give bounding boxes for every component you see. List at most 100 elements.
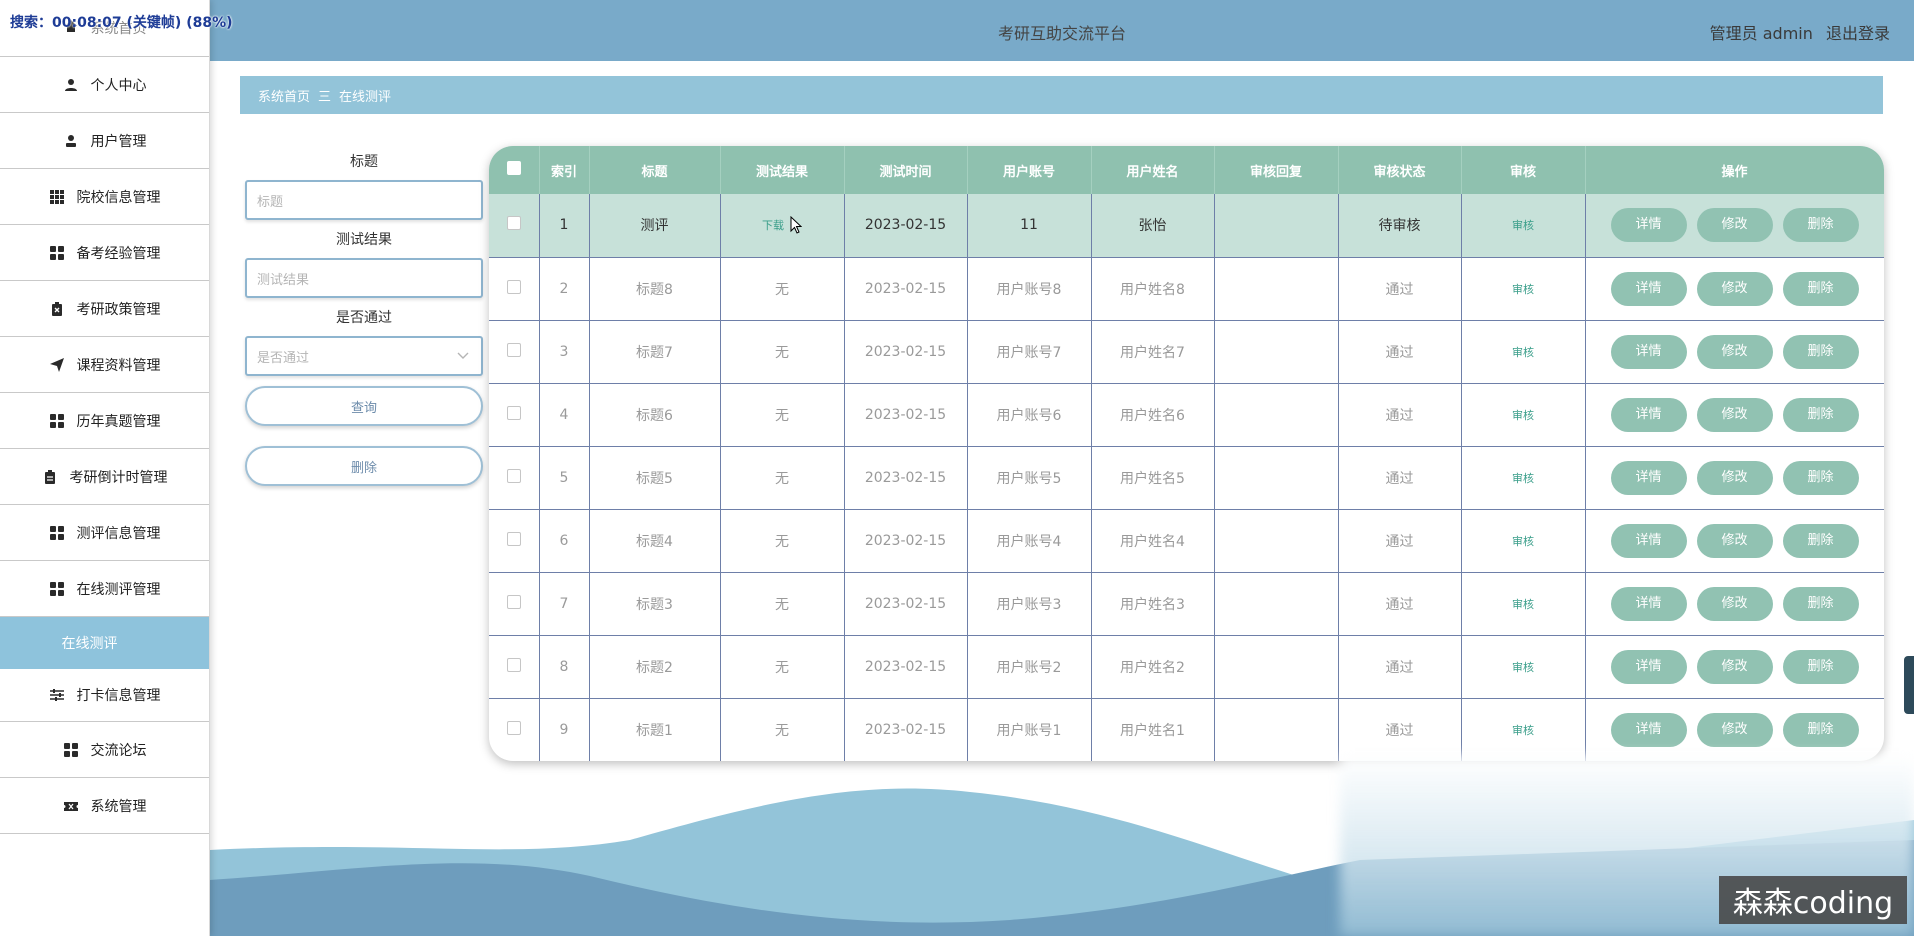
- cell-account-text: 用户账号7: [996, 344, 1062, 361]
- edit-button[interactable]: 修改: [1696, 208, 1773, 243]
- audit-link[interactable]: 审核: [1512, 472, 1534, 485]
- audit-link[interactable]: 审核: [1512, 661, 1534, 674]
- column-header: 索引: [539, 146, 590, 194]
- detail-button[interactable]: 详情: [1610, 460, 1687, 495]
- breadcrumb-home[interactable]: 系统首页: [258, 86, 310, 105]
- delete-button[interactable]: 删除: [1782, 271, 1859, 306]
- cell-account-text: 用户账号5: [996, 470, 1062, 487]
- sidebar-item-eval-info[interactable]: 测评信息管理: [0, 505, 209, 561]
- table-row[interactable]: 3 标题7 无 2023-02-15 用户账号7 用户姓名7 通过 审核 详情 修改 删除: [489, 320, 1884, 384]
- row-checkbox[interactable]: [506, 342, 521, 357]
- sidebar-item-courses[interactable]: 课程资料管理: [0, 337, 209, 393]
- table-row[interactable]: 6 标题4 无 2023-02-15 用户账号4 用户姓名4 通过 审核 详情 修改 删除: [489, 509, 1884, 573]
- delete-button[interactable]: 删除: [1782, 208, 1859, 243]
- audit-link[interactable]: 审核: [1512, 724, 1534, 737]
- row-checkbox[interactable]: [506, 531, 521, 546]
- sidebar-item-label: 课程资料管理: [76, 357, 161, 374]
- audit-link[interactable]: 审核: [1512, 219, 1534, 232]
- sidebar-item-past-exams[interactable]: 历年真题管理: [0, 393, 209, 449]
- table-row[interactable]: 7 标题3 无 2023-02-15 用户账号3 用户姓名3 通过 审核 详情 修改 删除: [489, 572, 1884, 636]
- sidebar-subitem-online-eval[interactable]: 在线测评: [0, 617, 209, 669]
- delete-button[interactable]: 删除: [1782, 712, 1859, 747]
- row-checkbox[interactable]: [506, 657, 521, 672]
- sidebar-item-label: 考研政策管理: [76, 301, 161, 318]
- title-label: 标题: [350, 154, 378, 170]
- edit-button[interactable]: 修改: [1696, 586, 1773, 621]
- delete-button[interactable]: 删除: [1782, 649, 1859, 684]
- audit-link[interactable]: 审核: [1512, 283, 1534, 296]
- cell-account: 用户账号5: [967, 446, 1092, 510]
- detail-button[interactable]: 详情: [1610, 586, 1687, 621]
- audit-link[interactable]: 审核: [1512, 535, 1534, 548]
- detail-button[interactable]: 详情: [1610, 712, 1687, 747]
- select-all-checkbox[interactable]: [506, 161, 521, 175]
- cell-account-text: 用户账号6: [996, 407, 1062, 424]
- detail-button[interactable]: 详情: [1610, 523, 1687, 558]
- sidebar-item-system[interactable]: 系统管理: [0, 778, 209, 834]
- row-checkbox[interactable]: [506, 216, 521, 231]
- audit-link[interactable]: 审核: [1512, 346, 1534, 359]
- sidebar-item-policy[interactable]: 考研政策管理: [0, 281, 209, 337]
- table-row[interactable]: 1 测评 下载 2023-02-15 11 张怡 待审核 审核 详情 修改 删除: [489, 194, 1884, 258]
- detail-button[interactable]: 详情: [1610, 397, 1687, 432]
- ticket-icon: [63, 798, 79, 814]
- delete-button[interactable]: 删除: [1782, 586, 1859, 621]
- detail-button[interactable]: 详情: [1610, 649, 1687, 684]
- delete-button[interactable]: 删除: [1782, 523, 1859, 558]
- sidebar-item-colleges[interactable]: 院校信息管理: [0, 169, 209, 225]
- sidebar-item-countdown[interactable]: 考研倒计时管理: [0, 449, 209, 505]
- breadcrumb-current: 在线测评: [339, 89, 392, 105]
- table-row[interactable]: 9 标题1 无 2023-02-15 用户账号1 用户姓名1 通过 审核 详情 修改 删除: [489, 698, 1884, 761]
- edit-button[interactable]: 修改: [1696, 334, 1773, 369]
- sidebar-item-profile[interactable]: 个人中心: [0, 57, 209, 113]
- query-button[interactable]: 查询: [245, 386, 483, 426]
- detail-button[interactable]: 详情: [1610, 208, 1687, 243]
- row-checkbox[interactable]: [506, 279, 521, 294]
- cell-idx-text: 7: [559, 595, 569, 612]
- row-checkbox[interactable]: [506, 405, 521, 420]
- cell-title: 标题6: [589, 383, 721, 447]
- app-title: 考研互助交流平台: [997, 24, 1126, 43]
- edit-button[interactable]: 修改: [1696, 649, 1773, 684]
- sidebar-item-online-eval-mgmt[interactable]: 在线测评管理: [0, 561, 209, 617]
- detail-button[interactable]: 详情: [1610, 271, 1687, 306]
- edit-button[interactable]: 修改: [1696, 460, 1773, 495]
- data-table: 索引 标题 测试结果 测试时间 用户账号 用户姓名 审核回复 审核状态 审核 操…: [489, 146, 1884, 761]
- side-handle[interactable]: [1904, 656, 1914, 714]
- sidebar-item-checkin[interactable]: 打卡信息管理: [0, 669, 209, 722]
- row-checkbox[interactable]: [506, 720, 521, 735]
- header-user-area: 管理员 admin 退出登录: [1702, 20, 1890, 44]
- pass-select[interactable]: 是否通过: [245, 336, 483, 376]
- sidebar-item-experience[interactable]: 备考经验管理: [0, 225, 209, 281]
- table-row[interactable]: 2 标题8 无 2023-02-15 用户账号8 用户姓名8 通过 审核 详情 修改 删除: [489, 257, 1884, 321]
- download-link[interactable]: 下载: [762, 219, 784, 232]
- title-input[interactable]: 标题: [245, 180, 483, 220]
- sidebar-item-forum[interactable]: 交流论坛: [0, 722, 209, 778]
- delete-button[interactable]: 删除: [1782, 460, 1859, 495]
- table-row[interactable]: 8 标题2 无 2023-02-15 用户账号2 用户姓名2 通过 审核 详情 修改 删除: [489, 635, 1884, 699]
- edit-button[interactable]: 修改: [1696, 523, 1773, 558]
- delete-button[interactable]: 删除: [1782, 397, 1859, 432]
- delete-selected-button[interactable]: 删除: [245, 446, 483, 486]
- detail-button[interactable]: 详情: [1610, 334, 1687, 369]
- edit-button[interactable]: 修改: [1696, 397, 1773, 432]
- cell-result: 无: [720, 698, 845, 761]
- result-input[interactable]: 测试结果: [245, 258, 483, 298]
- cell-time: 2023-02-15: [844, 572, 968, 636]
- table-row[interactable]: 5 标题5 无 2023-02-15 用户账号5 用户姓名5 通过 审核 详情 修改 删除: [489, 446, 1884, 510]
- edit-button[interactable]: 修改: [1696, 712, 1773, 747]
- row-checkbox[interactable]: [506, 468, 521, 483]
- cell-name: 用户姓名6: [1091, 383, 1215, 447]
- cell-result-text: 无: [775, 596, 789, 613]
- row-checkbox[interactable]: [506, 594, 521, 609]
- logout-link[interactable]: 退出登录: [1826, 24, 1890, 43]
- column-header: 测试时间: [844, 146, 968, 194]
- audit-link[interactable]: 审核: [1512, 409, 1534, 422]
- sidebar-item-users[interactable]: 用户管理: [0, 113, 209, 169]
- delete-button[interactable]: 删除: [1782, 334, 1859, 369]
- table-row[interactable]: 4 标题6 无 2023-02-15 用户账号6 用户姓名6 通过 审核 详情 修改 删除: [489, 383, 1884, 447]
- apps-icon: [49, 413, 65, 429]
- sidebar-item-label: 系统管理: [90, 798, 147, 815]
- edit-button[interactable]: 修改: [1696, 271, 1773, 306]
- audit-link[interactable]: 审核: [1512, 598, 1534, 611]
